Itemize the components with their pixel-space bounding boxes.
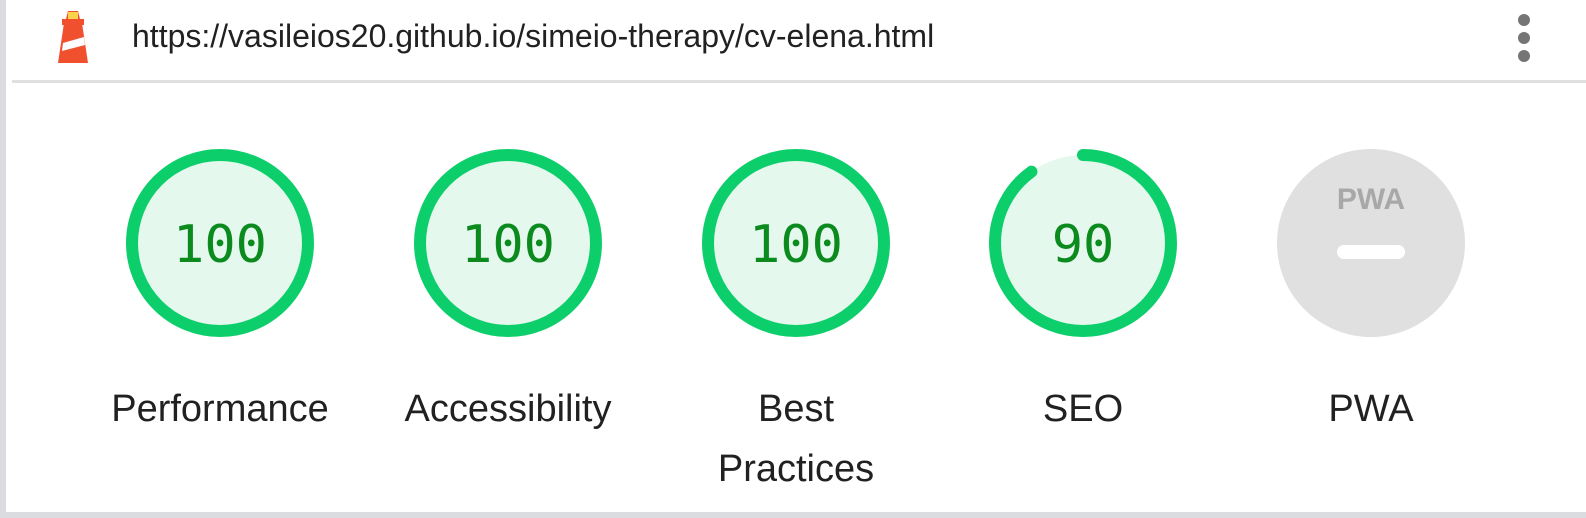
gauge-score: 90 [1052, 215, 1115, 275]
gauge-score: 100 [173, 215, 267, 275]
gauge-label-line: Best [757, 388, 835, 430]
gauge-label: Performance [111, 388, 329, 430]
pwa-badge-icon: PWA [1277, 149, 1465, 337]
lighthouse-icon [58, 11, 88, 63]
score-gauges: 100 Performance 100 Accessibility 100 Be… [6, 83, 1586, 512]
gauge-seo[interactable]: 90 SEO [963, 143, 1203, 439]
gauge-label: SEO [1042, 388, 1124, 430]
report-url[interactable]: https://vasileios20.github.io/simeio-the… [132, 16, 934, 56]
gauge-accessibility[interactable]: 100 Accessibility [388, 143, 628, 439]
report-header: https://vasileios20.github.io/simeio-the… [12, 0, 1586, 83]
gauge-score: 100 [749, 215, 843, 275]
gauge-ring: 100 [126, 149, 314, 337]
gauge-ring: 100 [702, 149, 890, 337]
gauge-performance[interactable]: 100 Performance [100, 143, 340, 439]
gauge-best-practices[interactable]: 100 Best Practices [676, 143, 916, 499]
gauge-score: 100 [461, 215, 555, 275]
gauge-label-line: Practices [717, 448, 875, 490]
report-frame: https://vasileios20.github.io/simeio-the… [0, 0, 1586, 518]
gauge-pwa[interactable]: PWA PWA [1251, 143, 1491, 439]
gauge-label: Best Practices [676, 379, 916, 499]
svg-text:PWA: PWA [1337, 183, 1405, 216]
gauge-label: Accessibility [404, 388, 612, 430]
gauge-label: PWA [1328, 388, 1414, 430]
gauge-ring: 100 [414, 149, 602, 337]
gauge-ring: 90 [989, 149, 1177, 337]
more-vert-icon[interactable] [1504, 6, 1544, 68]
